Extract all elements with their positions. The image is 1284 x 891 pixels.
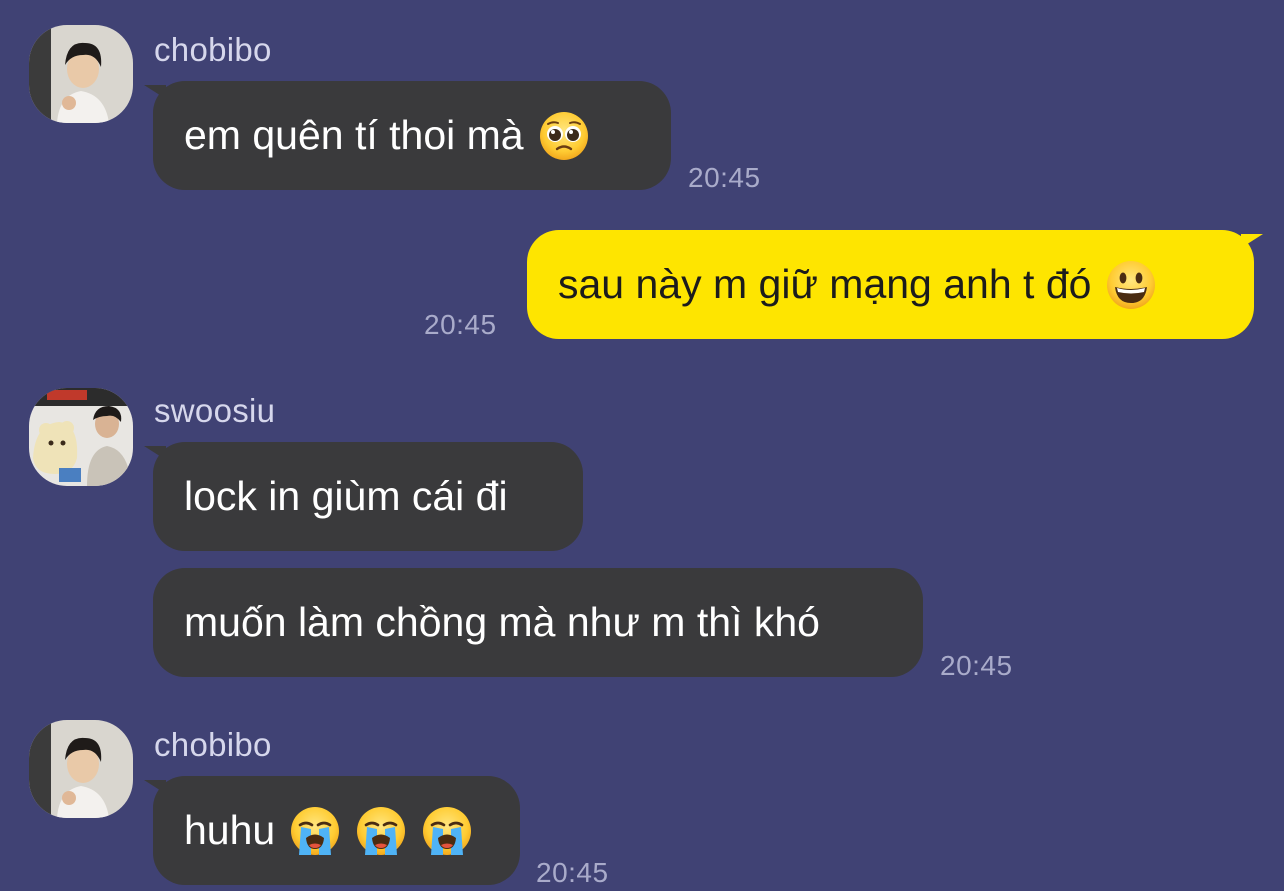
message-bubble[interactable]: lock in giùm cái đi	[144, 442, 583, 551]
message-bubble[interactable]: muốn làm chồng mà như m thì khó	[153, 568, 923, 677]
swoosiu-avatar[interactable]	[29, 388, 133, 486]
loudly-crying-face-icon	[421, 805, 473, 857]
sender-name: chobibo	[154, 726, 272, 763]
message-bubble[interactable]: sau này m giữ mạng anh t đó	[527, 230, 1263, 339]
message-text: muốn làm chồng mà như m thì khó	[184, 599, 820, 645]
message-timestamp: 20:45	[940, 650, 1013, 681]
message-text: em quên tí thoi mà	[184, 112, 524, 158]
message-bubble[interactable]: huhu	[144, 776, 520, 885]
grinning-face-icon	[1105, 259, 1157, 311]
message-timestamp: 20:45	[424, 309, 497, 340]
pleading-face-icon	[538, 110, 590, 162]
sender-name: chobibo	[154, 31, 272, 68]
message-text: sau này m giữ mạng anh t đó	[558, 261, 1092, 307]
message-bubble[interactable]: em quên tí thoi mà	[144, 81, 671, 190]
message-text: lock in giùm cái đi	[184, 473, 508, 519]
message-timestamp: 20:45	[688, 162, 761, 193]
sender-name: swoosiu	[154, 392, 276, 429]
message-text: huhu	[184, 807, 276, 853]
chat-thread[interactable]: chobibo em quên tí thoi mà 20:45 20:45 s…	[0, 0, 1284, 891]
loudly-crying-face-icon	[355, 805, 407, 857]
loudly-crying-face-icon	[289, 805, 341, 857]
chobibo-avatar[interactable]	[29, 25, 133, 123]
chobibo-avatar[interactable]	[29, 720, 133, 818]
message-timestamp: 20:45	[536, 857, 609, 888]
